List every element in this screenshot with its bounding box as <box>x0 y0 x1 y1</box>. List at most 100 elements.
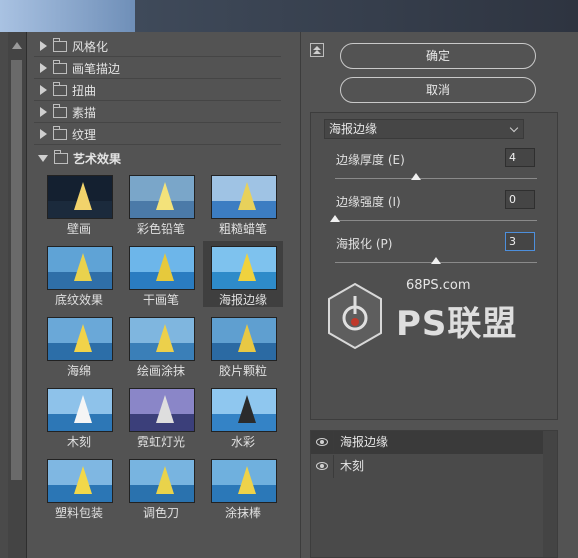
folder-icon <box>53 59 67 74</box>
filter-thumbnail-label: 壁画 <box>66 222 91 236</box>
filter-thumbnail[interactable]: 木刻 <box>39 383 119 449</box>
filter-thumbnail-label: 海绵 <box>66 364 91 378</box>
folder-icon <box>53 81 67 96</box>
filter-preview-image <box>47 317 113 361</box>
expand-arrow-icon[interactable] <box>40 63 47 73</box>
filter-thumbnail-label: 霓虹灯光 <box>136 435 185 449</box>
filter-thumbnail[interactable]: 胶片颗粒 <box>203 312 283 378</box>
filter-preview-image <box>129 459 195 503</box>
filter-thumbnail-label: 粗糙蜡笔 <box>218 222 267 236</box>
filter-preview-image <box>211 459 277 503</box>
edge-intensity-label: 边缘强度 (I) <box>336 195 401 209</box>
category-label: 扭曲 <box>72 83 97 98</box>
folder-icon <box>53 37 67 52</box>
folder-icon <box>53 103 67 118</box>
edge-thickness-input[interactable]: 4 <box>505 148 535 167</box>
filter-preview-image <box>211 317 277 361</box>
background-window-strip <box>0 0 578 32</box>
visibility-eye-icon[interactable] <box>316 462 328 470</box>
collapse-arrow-icon[interactable] <box>38 154 48 162</box>
expand-arrow-icon[interactable] <box>40 85 47 95</box>
filter-preview-image <box>211 388 277 432</box>
category-artistic[interactable]: 艺术效果 <box>34 148 281 168</box>
filter-thumbnail-label: 绘画涂抹 <box>136 364 185 378</box>
category-texture[interactable]: 纹理 <box>34 124 281 145</box>
filter-preview-image <box>129 246 195 290</box>
category-distort[interactable]: 扭曲 <box>34 80 281 101</box>
posterization-label: 海报化 (P) <box>336 237 393 251</box>
filter-thumbnail[interactable]: 涂抹棒 <box>203 454 283 520</box>
filter-thumbnail-label: 涂抹棒 <box>224 506 261 520</box>
edge-intensity-slider-track[interactable] <box>335 220 537 221</box>
watermark-url: 68PS.com <box>406 278 471 293</box>
background-desktop <box>0 0 135 32</box>
ok-button[interactable]: 确定 <box>340 43 536 69</box>
filter-thumbnail[interactable]: 海绵 <box>39 312 119 378</box>
category-label: 艺术效果 <box>73 151 122 166</box>
collapse-gallery-icon[interactable] <box>310 43 324 57</box>
effect-layer-row[interactable]: 木刻 <box>311 455 543 478</box>
filter-preview-image <box>211 246 277 290</box>
filter-thumbnail[interactable]: 干画笔 <box>121 241 201 307</box>
scroll-up-icon[interactable] <box>12 42 22 49</box>
filter-thumbnail[interactable]: 底纹效果 <box>39 241 119 307</box>
filter-thumbnail[interactable]: 彩色铅笔 <box>121 170 201 236</box>
filter-thumbnail-label: 彩色铅笔 <box>136 222 185 236</box>
category-sketch[interactable]: 素描 <box>34 102 281 123</box>
filter-thumbnail[interactable]: 壁画 <box>39 170 119 236</box>
edge-thickness-slider-track[interactable] <box>335 178 537 179</box>
preview-scrollbar[interactable] <box>8 32 27 558</box>
folder-open-icon <box>54 149 68 164</box>
visibility-eye-icon[interactable] <box>316 438 328 446</box>
expand-arrow-icon[interactable] <box>40 107 47 117</box>
divider <box>300 32 301 558</box>
watermark-brand: PS联盟 <box>396 304 518 344</box>
effect-layer-name: 海报边缘 <box>340 435 389 449</box>
filter-preview-image <box>47 388 113 432</box>
category-label: 画笔描边 <box>72 61 121 76</box>
filter-thumbnail[interactable]: 绘画涂抹 <box>121 312 201 378</box>
category-stylize[interactable]: 风格化 <box>34 36 281 57</box>
divider <box>333 431 334 454</box>
filter-thumbnail[interactable]: 塑料包装 <box>39 454 119 520</box>
divider <box>333 455 334 478</box>
edge-thickness-label: 边缘厚度 (E) <box>336 153 405 167</box>
filter-preview-image <box>129 175 195 219</box>
left-edge <box>0 32 8 558</box>
category-label: 纹理 <box>72 127 97 142</box>
watermark-logo-icon <box>328 282 382 350</box>
scrollbar-thumb[interactable] <box>11 60 22 480</box>
posterization-slider-handle[interactable] <box>431 257 441 264</box>
edge-intensity-input[interactable]: 0 <box>505 190 535 209</box>
filter-preview-image <box>211 175 277 219</box>
filter-thumbnail[interactable]: 调色刀 <box>121 454 201 520</box>
effect-layer-row[interactable]: 海报边缘 <box>311 431 543 454</box>
effect-layer-name: 木刻 <box>340 459 365 473</box>
filter-thumbnail-label: 调色刀 <box>142 506 179 520</box>
filter-thumbnail-label: 底纹效果 <box>54 293 103 307</box>
filter-thumbnail[interactable]: 霓虹灯光 <box>121 383 201 449</box>
filter-thumbnail-label: 木刻 <box>66 435 91 449</box>
filter-select[interactable]: 海报边缘 <box>324 119 524 139</box>
filter-thumbnail[interactable]: 粗糙蜡笔 <box>203 170 283 236</box>
filter-preview-image <box>47 175 113 219</box>
filter-thumbnail[interactable]: 水彩 <box>203 383 283 449</box>
filter-thumbnail-label: 塑料包装 <box>54 506 103 520</box>
edge-thickness-slider-handle[interactable] <box>411 173 421 180</box>
filter-preview-image <box>129 388 195 432</box>
layers-scrollbar[interactable] <box>543 431 557 557</box>
category-brush-strokes[interactable]: 画笔描边 <box>34 58 281 79</box>
chevron-down-icon[interactable] <box>509 123 519 133</box>
filter-thumbnail[interactable]: 海报边缘 <box>203 241 283 307</box>
expand-arrow-icon[interactable] <box>40 41 47 51</box>
filter-thumbnail-label: 胶片颗粒 <box>218 364 267 378</box>
edge-intensity-slider-handle[interactable] <box>330 215 340 222</box>
filter-preview-image <box>129 317 195 361</box>
category-label: 风格化 <box>72 39 109 54</box>
posterization-input[interactable]: 3 <box>505 232 535 251</box>
filter-preview-image <box>47 459 113 503</box>
filter-thumbnail-label: 水彩 <box>230 435 255 449</box>
filter-thumbnail-label: 海报边缘 <box>218 293 267 307</box>
expand-arrow-icon[interactable] <box>40 129 47 139</box>
cancel-button[interactable]: 取消 <box>340 77 536 103</box>
